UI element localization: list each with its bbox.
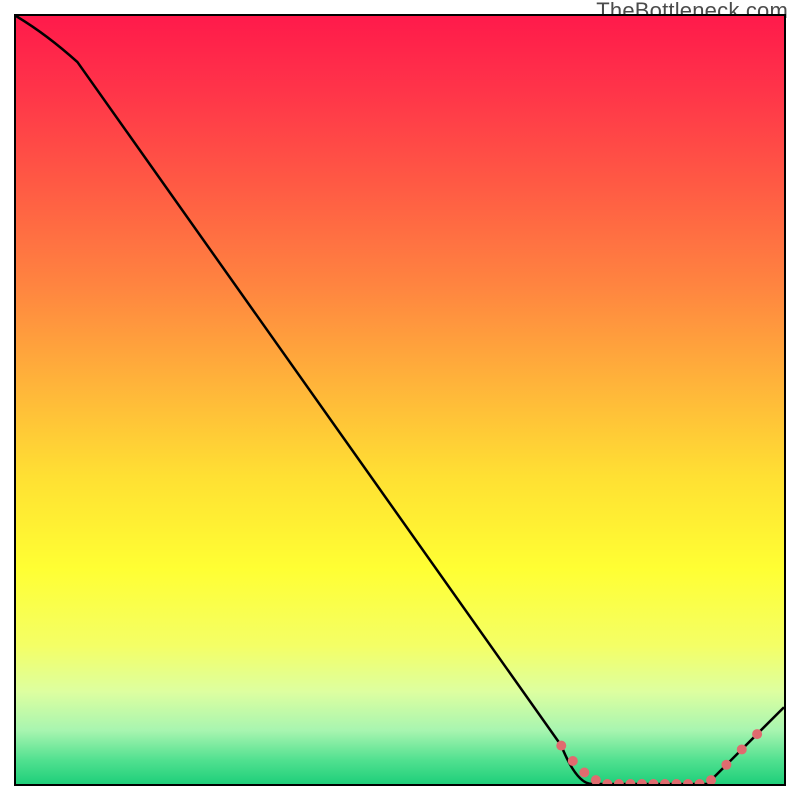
curve-marker (671, 779, 681, 784)
curve-marker (648, 779, 658, 784)
curve-marker (602, 779, 612, 784)
curve-layer (16, 16, 784, 784)
curve-marker (752, 729, 762, 739)
curve-marker (579, 767, 589, 777)
curve-marker (625, 779, 635, 784)
curve-marker (683, 779, 693, 784)
curve-marker (737, 744, 747, 754)
chart-stage: TheBottleneck.com (0, 0, 800, 800)
curve-marker (568, 756, 578, 766)
curve-marker (721, 760, 731, 770)
curve-marker (614, 779, 624, 784)
bottleneck-curve (16, 16, 784, 784)
plot-area (14, 14, 786, 786)
curve-marker (591, 775, 601, 784)
curve-marker (660, 779, 670, 784)
curve-marker (637, 779, 647, 784)
curve-marker (556, 741, 566, 751)
marker-group (556, 729, 762, 784)
curve-marker (695, 779, 705, 784)
